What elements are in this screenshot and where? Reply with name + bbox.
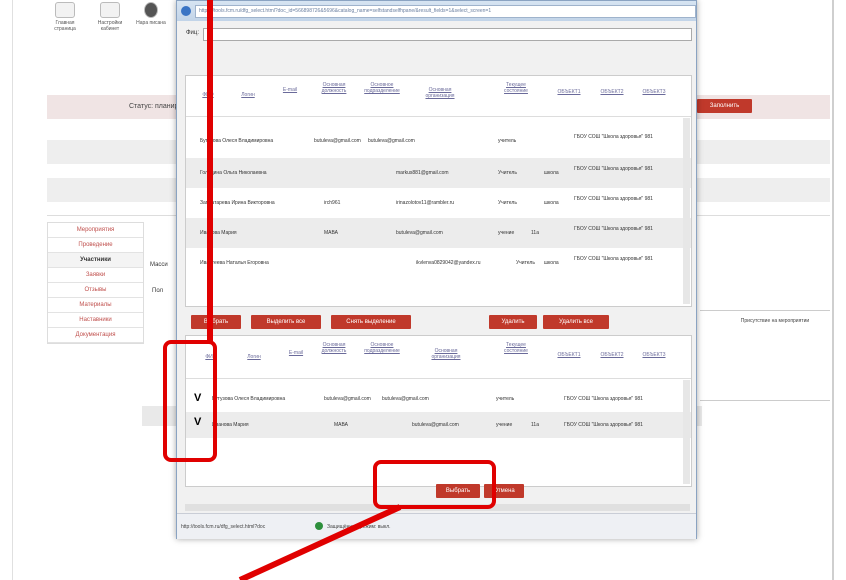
annotation-diagonal-line: [238, 504, 402, 580]
annotation-arrow-line: [238, 504, 402, 580]
